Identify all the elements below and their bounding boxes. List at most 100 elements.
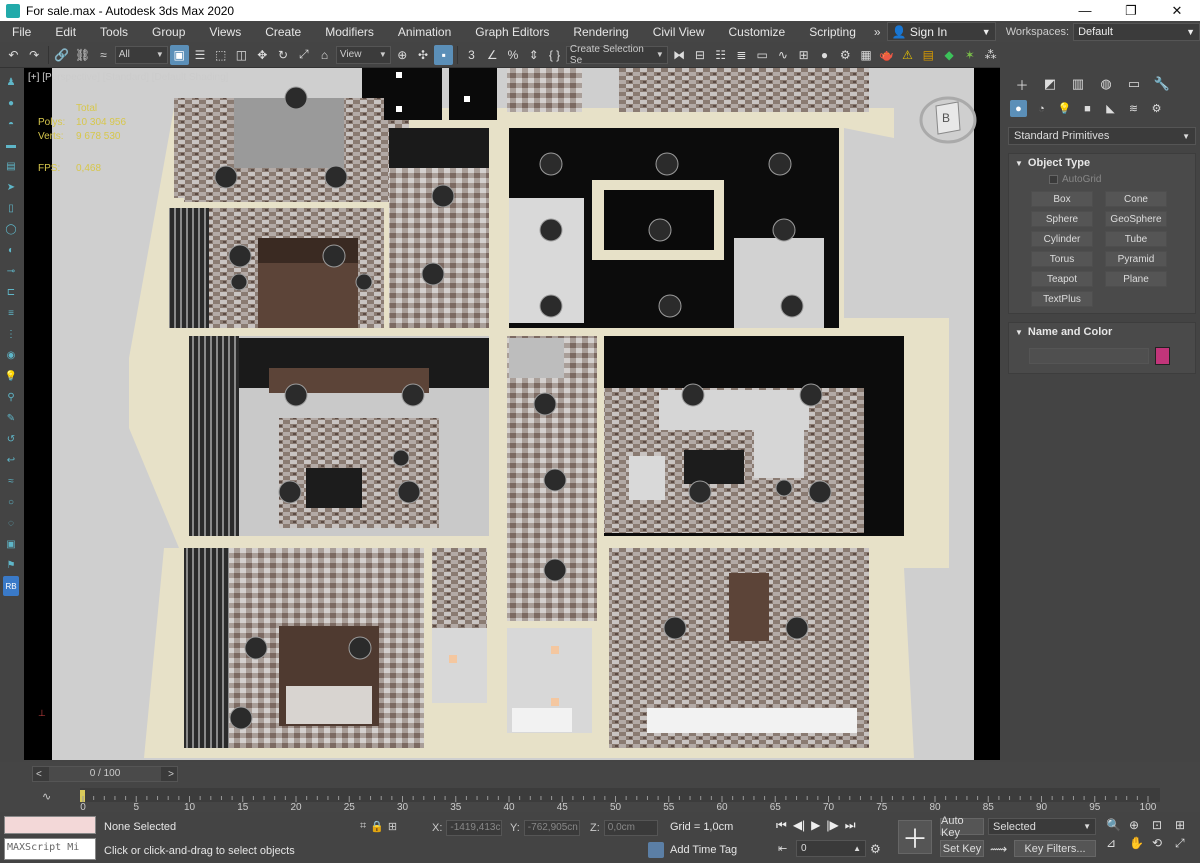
- menu-views[interactable]: Views: [197, 25, 253, 39]
- zoom-extents-icon[interactable]: ⊡: [1152, 818, 1172, 832]
- box-button[interactable]: Box: [1031, 191, 1093, 207]
- menu-scripting[interactable]: Scripting: [797, 25, 868, 39]
- ring-tool-icon[interactable]: ○: [3, 492, 19, 512]
- autogrid-checkbox[interactable]: AutoGrid: [1009, 172, 1195, 189]
- cylinder-button[interactable]: Cylinder: [1031, 231, 1093, 247]
- sphere-half-icon[interactable]: ◐: [3, 240, 19, 260]
- close-button[interactable]: ✕: [1154, 3, 1200, 19]
- box-tool-icon[interactable]: ▣: [3, 534, 19, 554]
- align-icon[interactable]: ⊟: [691, 45, 710, 65]
- pyramid-button[interactable]: Pyramid: [1105, 251, 1167, 267]
- move-icon[interactable]: ✥: [253, 45, 272, 65]
- undo-icon[interactable]: ↶: [4, 45, 23, 65]
- menu-civil-view[interactable]: Civil View: [641, 25, 717, 39]
- plugin-icon[interactable]: ▤: [919, 45, 938, 65]
- zoom-extents-all-icon[interactable]: ⊞: [1175, 818, 1195, 832]
- add-time-tag[interactable]: Add Time Tag: [648, 842, 737, 858]
- time-configuration-icon[interactable]: ⚙: [870, 842, 881, 856]
- cameras-icon[interactable]: ■: [1079, 100, 1096, 117]
- keyboard-shortcut-override-icon[interactable]: ▪: [434, 44, 454, 65]
- scale-icon[interactable]: ⤢: [294, 45, 313, 65]
- angle-snap-icon[interactable]: ∠: [483, 45, 502, 65]
- track-bar[interactable]: 0 5 10 15 20 25 30 35 40 45 50 55 60 65 70 75 80 85 90 95 10…: [0, 786, 1200, 812]
- teapot-button[interactable]: Teapot: [1031, 271, 1093, 287]
- object-type-header[interactable]: ▼ Object Type: [1009, 154, 1195, 172]
- reference-coordinate-select[interactable]: View ▼: [335, 45, 391, 64]
- unlink-icon[interactable]: ⛓: [73, 45, 92, 65]
- eye-icon[interactable]: ◉: [3, 345, 19, 365]
- menu-animation[interactable]: Animation: [386, 25, 463, 39]
- restore-button[interactable]: ❐: [1108, 3, 1154, 19]
- workspace-select[interactable]: Default ▼: [1073, 22, 1200, 41]
- animate-icon[interactable]: ◓: [3, 114, 19, 134]
- menu-modifiers[interactable]: Modifiers: [313, 25, 386, 39]
- array-icon[interactable]: ⋮: [3, 324, 19, 344]
- geosphere-button[interactable]: GeoSphere: [1105, 211, 1167, 227]
- select-object-icon[interactable]: ▣: [169, 44, 189, 65]
- menu-file[interactable]: File: [0, 25, 43, 39]
- sign-in-dropdown[interactable]: 👤 Sign In ▼: [886, 22, 996, 41]
- plugin-dragon-icon[interactable]: ✶: [960, 45, 979, 65]
- set-key-button[interactable]: Set Key: [940, 840, 984, 857]
- select-manipulate-icon[interactable]: ✣: [414, 45, 433, 65]
- selection-lock-icon[interactable]: 🔒: [370, 820, 384, 833]
- key-mode-select[interactable]: Selected ▼: [988, 818, 1096, 835]
- align-tool-icon[interactable]: ⊏: [3, 282, 19, 302]
- schematic-view-icon[interactable]: ⊞: [794, 45, 813, 65]
- perspective-viewport[interactable]: [+] [Perspective] [Standard] [Default Sh…: [24, 68, 1000, 760]
- edit-named-selection-icon[interactable]: { }: [545, 45, 564, 65]
- viewport-label[interactable]: [+] [Perspective] [Standard] [Default Sh…: [28, 72, 228, 83]
- absolute-mode-icon[interactable]: ⊞: [388, 820, 397, 833]
- maxscript-listener-output[interactable]: [4, 816, 96, 834]
- sphere-tool-icon[interactable]: ●: [3, 93, 19, 113]
- plugin-green-icon[interactable]: ◆: [940, 45, 959, 65]
- menu-tools[interactable]: Tools: [88, 25, 140, 39]
- systems-icon[interactable]: ⚙: [1148, 100, 1165, 117]
- orbit-icon[interactable]: ⟲: [1152, 836, 1172, 851]
- time-prev-button[interactable]: <: [36, 769, 42, 780]
- panel-icon[interactable]: ▤: [3, 156, 19, 176]
- measure-icon[interactable]: ⊸: [3, 261, 19, 281]
- viewport-standard-label[interactable]: [Standard]: [103, 72, 149, 83]
- select-by-name-icon[interactable]: ☰: [191, 45, 210, 65]
- viewport-menu-plus[interactable]: [+]: [28, 72, 39, 83]
- selection-region-icon[interactable]: ⬚: [211, 45, 230, 65]
- time-slider-value[interactable]: 0 / 100: [49, 767, 161, 781]
- menu-create[interactable]: Create: [253, 25, 313, 39]
- window-crossing-icon[interactable]: ◫: [232, 45, 251, 65]
- named-selection-set-select[interactable]: Create Selection Se ▼: [565, 44, 668, 66]
- plugin-dots-icon[interactable]: ⁂: [981, 45, 1000, 65]
- wave-icon[interactable]: ≈: [3, 471, 19, 491]
- modify-tab-icon[interactable]: ◩: [1042, 76, 1058, 92]
- percent-snap-icon[interactable]: %: [504, 45, 523, 65]
- material-editor-icon[interactable]: ●: [815, 45, 834, 65]
- sphere-button[interactable]: Sphere: [1031, 211, 1093, 227]
- cone-button[interactable]: Cone: [1105, 191, 1167, 207]
- rendered-frame-window-icon[interactable]: ▦: [857, 45, 876, 65]
- car-icon[interactable]: ▬: [3, 135, 19, 155]
- object-color-swatch[interactable]: [1155, 347, 1170, 365]
- geometry-icon[interactable]: ●: [1010, 100, 1027, 117]
- render-setup-icon[interactable]: ⚙: [836, 45, 855, 65]
- field-of-view-icon[interactable]: ⊿: [1106, 836, 1126, 851]
- name-and-color-header[interactable]: ▼ Name and Color: [1009, 323, 1195, 341]
- viewport-pov-label[interactable]: [Perspective]: [42, 72, 100, 83]
- toggle-scene-explorer-icon[interactable]: ☷: [711, 45, 730, 65]
- brush-icon[interactable]: ✎: [3, 408, 19, 428]
- link-icon[interactable]: 🔗: [52, 45, 71, 65]
- x-field[interactable]: -1419,413c: [446, 820, 503, 836]
- maxscript-mini-listener[interactable]: MAXScript Mi: [4, 838, 96, 860]
- menu-edit[interactable]: Edit: [43, 25, 88, 39]
- menu-group[interactable]: Group: [140, 25, 197, 39]
- minimize-button[interactable]: —: [1062, 3, 1108, 18]
- viewport-shading-label[interactable]: [Default Shading]: [152, 72, 229, 83]
- next-frame-icon[interactable]: |▶: [826, 818, 838, 833]
- cursor-icon[interactable]: ➤: [3, 177, 19, 197]
- scene-floor-plan[interactable]: [24, 68, 1000, 760]
- z-field[interactable]: 0,0cm: [603, 820, 658, 836]
- object-name-field[interactable]: [1029, 348, 1149, 364]
- motion-tab-icon[interactable]: ◍: [1098, 76, 1114, 92]
- toggle-ribbon-icon[interactable]: ▭: [753, 45, 772, 65]
- rotate-icon[interactable]: ↻: [274, 45, 293, 65]
- plane-button[interactable]: Plane: [1105, 271, 1167, 287]
